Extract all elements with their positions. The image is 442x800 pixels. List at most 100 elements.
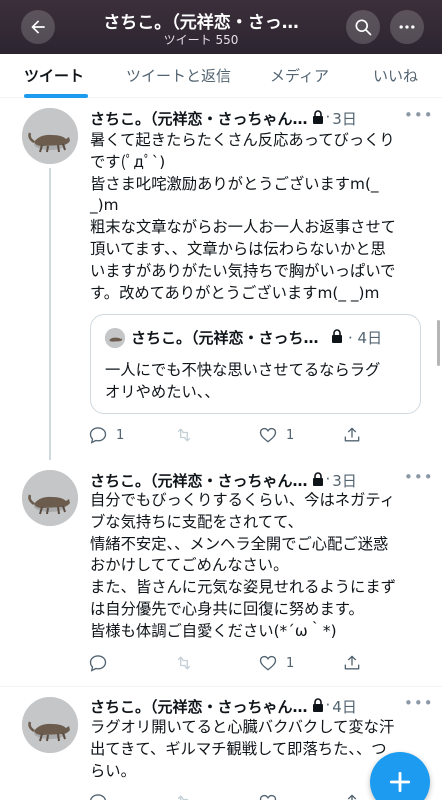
reply-count: 1 (116, 427, 125, 443)
header-title: さちこ。（元祥恋・さっ… (103, 13, 299, 33)
retweet-icon (177, 795, 188, 800)
tweet-line: 自分でもびっくりするくらい、今はネガティ (90, 491, 396, 509)
thread-line (49, 168, 51, 460)
tweet-line: ブな気持ちに支配をされてて、 (90, 512, 303, 531)
lock-icon (312, 110, 323, 124)
tweet-text: 自分でもびっくりするくらい、今はネガティ ブな気持ちに支配をされてて、 情緒不安… (90, 490, 425, 643)
tweet-line: 皆さま叱咤激励ありがとうございますm(_ (90, 174, 379, 193)
quoted-date: · 4日 (348, 329, 383, 347)
retweet-button[interactable] (174, 652, 202, 674)
lock-icon (312, 698, 323, 712)
scrollbar[interactable] (437, 320, 440, 366)
tweet-more-icon[interactable]: ••• (404, 694, 434, 712)
tweet-line: また、皆さんに元気な姿見せれるようにまず (90, 578, 396, 597)
reply-icon (90, 794, 106, 800)
retweet-button[interactable] (174, 791, 194, 800)
quoted-text: 一人にでも不快な思いさせてるならラグ オリやめたい、、 (105, 359, 380, 403)
retweet-button[interactable] (174, 424, 202, 446)
tweet-text: 暑くて起きたらたくさん反応あってびっくり です(ﾟдﾟ`) 皆さま叱咤激励ありが… (90, 130, 425, 304)
tweet-header: さちこ。（元祥恋・さっちゃん… · 3日 (90, 108, 420, 128)
date-separator: · (325, 696, 331, 714)
tweet-line: 暑くて起きたらたくさん反応あってびっくり (90, 131, 395, 149)
tweet-line: おかけしててごめんなさい。 (90, 556, 289, 575)
tweet-header: さちこ。（元祥恋・さっちゃん… · 4日 (90, 696, 420, 716)
quoted-display-name: さちこ。（元祥恋・さっち… (131, 329, 319, 347)
share-button[interactable] (342, 652, 362, 674)
like-button[interactable] (258, 791, 278, 800)
retweet-icon (177, 428, 191, 442)
share-icon (347, 794, 357, 800)
share-icon (344, 427, 360, 442)
profile-header: さちこ。（元祥恋・さっ… ツイート 550 (0, 0, 442, 54)
cat-avatar-image (22, 697, 78, 753)
search-icon (355, 19, 372, 36)
display-name[interactable]: さちこ。（元祥恋・さっちゃん… (90, 470, 308, 491)
quoted-tweet[interactable]: さちこ。（元祥恋・さっち… · 4日 一人にでも不快な思いさせてるならラグ オリ… (90, 314, 421, 414)
heart-icon (259, 655, 277, 671)
share-button[interactable] (342, 791, 362, 800)
tweet[interactable]: さちこ。（元祥恋・さっちゃん… · 3日 ••• 暑くて起きたらたくさん反応あってび… (0, 98, 442, 460)
more-button[interactable] (390, 10, 424, 44)
retweet-icon (177, 656, 191, 670)
profile-tabs: ツイート ツイートと返信 メディア いいね (0, 54, 442, 98)
tab-tweets[interactable]: ツイート (24, 65, 84, 86)
tweet-actions: 1 1 (88, 424, 388, 446)
like-button[interactable]: 1 (258, 652, 294, 674)
heart-icon (259, 427, 277, 443)
cat-avatar-image (105, 328, 125, 348)
quoted-avatar (105, 328, 125, 348)
tweet-line: いますがありがたい気持ちで胸がいっぱいで (90, 261, 396, 280)
quoted-line: オリやめたい、、 (105, 383, 220, 401)
avatar[interactable] (22, 108, 78, 164)
tweet-line: 出てきて、ギルマチ観戦して即落ちた、、つ (90, 739, 387, 758)
date-separator: · (325, 108, 331, 126)
tweet[interactable]: さちこ。（元祥恋・さっちゃん… · 3日 ••• 自分でもびっくりするくらい、今はネ… (0, 460, 442, 686)
tab-tweets-and-replies[interactable]: ツイートと返信 (126, 65, 231, 86)
tweet-header: さちこ。（元祥恋・さっちゃん… · 3日 (90, 470, 420, 490)
avatar[interactable] (22, 470, 78, 526)
reply-button[interactable] (88, 652, 116, 674)
like-count: 1 (286, 427, 295, 443)
like-button[interactable]: 1 (258, 424, 294, 446)
tweet-line: です(ﾟдﾟ`) (90, 152, 166, 171)
tweet-count: ツイート 550 (163, 33, 239, 47)
tab-likes[interactable]: いいね (373, 65, 418, 86)
quoted-date-value: 4日 (357, 329, 383, 347)
tweet-line: 皆様も体調ご自愛ください(*´ω｀*) (90, 621, 337, 640)
more-horizontal-icon (399, 25, 415, 29)
cat-avatar-image (22, 108, 78, 164)
reply-button[interactable] (88, 791, 108, 800)
avatar[interactable] (22, 697, 78, 753)
tweet-line: 情緒不安定、、メンヘラ全開でご心配ご迷惑 (90, 534, 389, 553)
tweet-line: _)m (90, 196, 119, 215)
tab-media[interactable]: メディア (270, 65, 329, 86)
lock-icon (332, 329, 342, 343)
tweet-date[interactable]: 3日 (332, 470, 357, 491)
cat-avatar-image (22, 470, 78, 526)
tweet-date[interactable]: 3日 (332, 108, 357, 129)
plus-icon (389, 771, 411, 793)
like-count: 1 (286, 655, 295, 671)
tweet-more-icon[interactable]: ••• (404, 468, 434, 486)
reply-icon (89, 655, 107, 672)
tweet-more-icon[interactable]: ••• (404, 106, 434, 124)
tweet-line: ラグオリ開いてると心臓バクバクして変な汗 (90, 718, 395, 736)
display-name[interactable]: さちこ。（元祥恋・さっちゃん… (90, 108, 308, 129)
quoted-line: 一人にでも不快な思いさせてるならラグ (105, 361, 381, 379)
tweet-line: す。改めてありがとうございますm(_ _)m (90, 283, 380, 302)
search-button[interactable] (346, 10, 380, 44)
tweet-line: 頂いてます、、文章からは伝わらないかと思 (90, 239, 386, 258)
tweet-date[interactable]: 4日 (332, 696, 357, 717)
date-separator: · (325, 470, 331, 488)
display-name[interactable]: さちこ。（元祥恋・さっちゃん… (90, 696, 308, 717)
heart-icon (259, 794, 277, 800)
tweet-actions (88, 791, 388, 800)
arrow-left-icon (31, 20, 45, 34)
reply-icon (89, 427, 107, 444)
lock-icon (312, 472, 323, 486)
share-button[interactable] (342, 424, 362, 446)
back-button[interactable] (21, 10, 55, 44)
tweet-line: は自分優先で心身共に回復に努めます。 (90, 599, 364, 618)
reply-button[interactable]: 1 (88, 424, 124, 446)
share-icon (344, 655, 360, 670)
